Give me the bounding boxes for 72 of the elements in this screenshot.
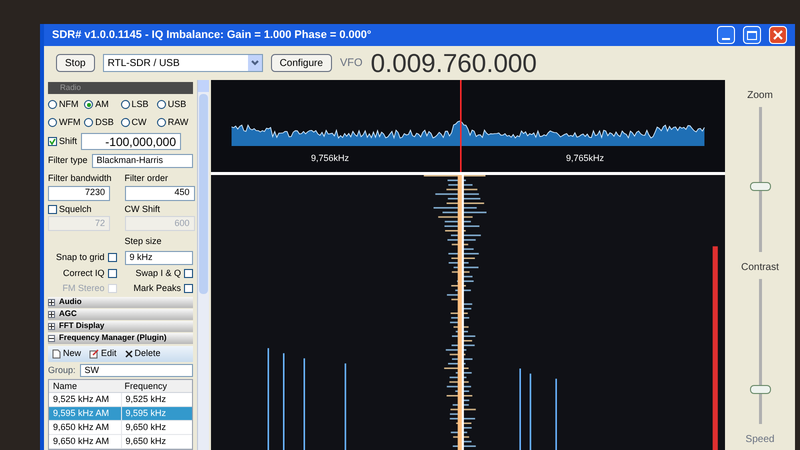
squelch-field: 72	[48, 216, 110, 231]
expander-icon[interactable]	[48, 310, 55, 318]
shift-checkbox[interactable]: Shift	[48, 134, 78, 148]
expander-icon[interactable]	[48, 334, 55, 342]
column-header[interactable]: Frequency	[120, 380, 192, 394]
step-size-label: Step size	[124, 235, 163, 248]
configure-button[interactable]: Configure	[270, 54, 332, 72]
scrollbar[interactable]	[197, 80, 209, 450]
toolbar-button[interactable]: Delete	[124, 346, 161, 360]
frequency-axis-label: 9,756kHz	[311, 152, 350, 165]
slider-thumb[interactable]	[750, 385, 770, 394]
toolbar-button[interactable]: New	[52, 346, 82, 360]
slider-label: Zoom	[747, 89, 773, 103]
checkbox[interactable]	[48, 204, 57, 214]
frequency-display[interactable]: 0.009.760.000	[370, 50, 537, 76]
filter-type-dropdown[interactable]: Blackman-Harris	[92, 154, 193, 168]
option-checkbox[interactable]: Mark Peaks	[124, 282, 193, 296]
table-row[interactable]: 9,650 kHz AM 9,650 kHz	[49, 435, 192, 449]
delete-icon	[124, 350, 133, 358]
checkbox[interactable]	[108, 268, 116, 278]
slider-track[interactable]	[750, 279, 770, 424]
radio-option[interactable]: USB	[156, 98, 193, 112]
edit-icon	[89, 348, 100, 358]
option-checkbox[interactable]: Correct IQ	[48, 266, 116, 280]
section-header[interactable]: Audio	[48, 296, 193, 308]
cw-shift-field: 600	[124, 216, 194, 231]
toolbar-button[interactable]: Edit	[89, 346, 117, 360]
group-label: Group:	[48, 364, 76, 377]
cw-shift-label: CW Shift	[124, 202, 162, 216]
radio-option[interactable]: NFM	[48, 98, 84, 112]
stop-button[interactable]: Stop	[56, 54, 95, 72]
filter-bandwidth-field[interactable]: 7230	[48, 186, 110, 200]
radio-option[interactable]: CW	[120, 116, 157, 129]
filter-order-label: Filter order	[124, 172, 170, 185]
option-checkbox[interactable]: Swap I & Q	[124, 266, 193, 280]
filter-bandwidth-label: Filter bandwidth	[48, 172, 113, 185]
squelch-checkbox[interactable]: Squelch	[48, 202, 116, 216]
expander-icon[interactable]	[48, 298, 55, 306]
slider-label: Contrast	[741, 261, 779, 275]
table-row[interactable]: 9,650 kHz AM 9,650 kHz	[49, 421, 192, 435]
expander-icon[interactable]	[48, 322, 55, 330]
slider-thumb[interactable]	[750, 182, 770, 191]
shift-field[interactable]: -100,000,000	[81, 133, 182, 150]
checkbox[interactable]	[184, 284, 193, 294]
radio-option[interactable]: RAW	[156, 116, 193, 129]
radio-option[interactable]: AM	[84, 98, 120, 112]
vfo-label: VFO	[340, 56, 363, 71]
section-header[interactable]: FFT Display	[48, 320, 193, 332]
step-size-dropdown[interactable]: 9 kHz	[124, 250, 193, 264]
slider-label: Speed	[746, 433, 774, 447]
close-button[interactable]	[769, 26, 787, 44]
checkbox[interactable]	[184, 268, 193, 278]
radio-option[interactable]: DSB	[84, 116, 120, 129]
radio-option[interactable]: LSB	[120, 98, 157, 112]
frequency-axis-label: 9,765kHz	[566, 152, 604, 165]
window-title: SDR# v1.0.0.1145 - IQ Imbalance: Gain = 1.000 Phase = 0.000°	[52, 28, 372, 43]
group-dropdown[interactable]: SW	[80, 364, 193, 377]
section-header[interactable]: AGC	[48, 308, 193, 320]
checkbox[interactable]	[108, 253, 116, 262]
slider-track[interactable]	[750, 107, 770, 252]
section-header[interactable]: Frequency Manager (Plugin)	[48, 332, 193, 344]
filter-type-label: Filter type	[48, 154, 88, 168]
maximize-button[interactable]	[743, 26, 761, 44]
minimize-button[interactable]	[717, 26, 735, 44]
new-document-icon	[52, 348, 61, 358]
filter-order-field[interactable]: 450	[124, 186, 194, 200]
option-checkbox[interactable]: Snap to grid	[48, 250, 116, 264]
radio-option[interactable]: WFM	[48, 116, 84, 129]
checkbox[interactable]	[48, 137, 57, 146]
column-header[interactable]: Name	[49, 380, 120, 394]
device-dropdown[interactable]: RTL-SDR / USB	[102, 54, 263, 72]
close-icon	[773, 30, 783, 40]
